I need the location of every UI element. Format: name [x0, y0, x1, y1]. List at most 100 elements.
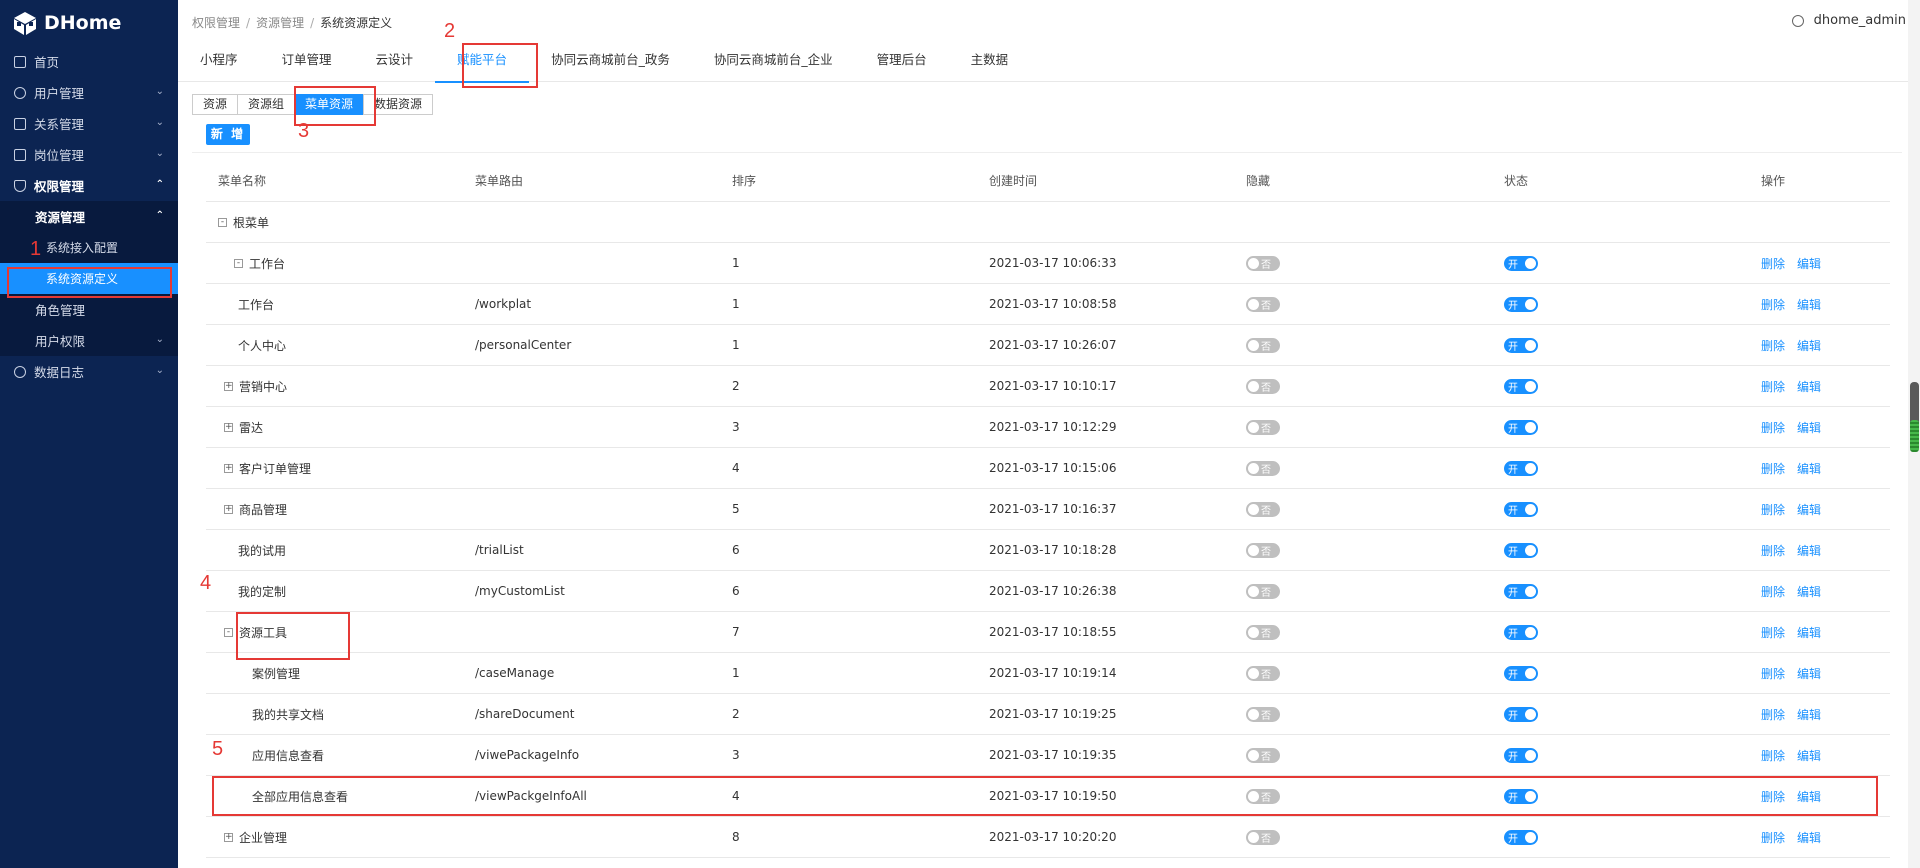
delete-link[interactable]: 删除 [1761, 544, 1785, 558]
delete-link[interactable]: 删除 [1761, 421, 1785, 435]
status-cell: 开 [1492, 296, 1749, 312]
edit-link[interactable]: 编辑 [1797, 626, 1821, 640]
sidebar-item-resource-management[interactable]: 资源管理 ⌃ [0, 201, 178, 232]
delete-link[interactable]: 删除 [1761, 298, 1785, 312]
edit-link[interactable]: 编辑 [1797, 667, 1821, 681]
delete-link[interactable]: 删除 [1761, 257, 1785, 271]
shield-icon [14, 179, 26, 192]
status-toggle[interactable]: 开 [1504, 378, 1538, 394]
edit-link[interactable]: 编辑 [1797, 544, 1821, 558]
status-toggle[interactable]: 开 [1504, 665, 1538, 681]
hide-toggle[interactable]: 否 [1246, 296, 1280, 312]
hide-toggle[interactable]: 否 [1246, 624, 1280, 640]
edit-link[interactable]: 编辑 [1797, 831, 1821, 845]
edit-link[interactable]: 编辑 [1797, 380, 1821, 394]
edit-link[interactable]: 编辑 [1797, 462, 1821, 476]
hide-toggle[interactable]: 否 [1246, 460, 1280, 476]
edit-link[interactable]: 编辑 [1797, 503, 1821, 517]
hide-toggle[interactable]: 否 [1246, 583, 1280, 599]
status-toggle[interactable]: 开 [1504, 501, 1538, 517]
tab-admin-backend[interactable]: 管理后台 [855, 42, 949, 82]
edit-link[interactable]: 编辑 [1797, 298, 1821, 312]
column-header: 菜单名称 [218, 174, 267, 188]
status-toggle[interactable]: 开 [1504, 419, 1538, 435]
delete-link[interactable]: 删除 [1761, 339, 1785, 353]
hide-toggle[interactable]: 否 [1246, 419, 1280, 435]
status-toggle[interactable]: 开 [1504, 829, 1538, 845]
hide-toggle[interactable]: 否 [1246, 337, 1280, 353]
sidebar-item-permission-management[interactable]: 权限管理 ⌃ [0, 170, 178, 201]
expand-icon[interactable]: + [224, 504, 233, 514]
delete-link[interactable]: 删除 [1761, 503, 1785, 517]
expand-icon[interactable]: + [224, 832, 233, 842]
user-avatar-icon [1791, 14, 1804, 27]
hide-toggle[interactable]: 否 [1246, 829, 1280, 845]
delete-link[interactable]: 删除 [1761, 749, 1785, 763]
sidebar-item-user-management[interactable]: 用户管理 ⌄ [0, 77, 178, 108]
hide-toggle[interactable]: 否 [1246, 378, 1280, 394]
hide-toggle[interactable]: 否 [1246, 747, 1280, 763]
sidebar-item-system-access-config[interactable]: 系统接入配置 [0, 232, 178, 263]
add-button[interactable]: 新 增 [206, 124, 250, 145]
scrollbar[interactable] [1908, 0, 1920, 868]
delete-link[interactable]: 删除 [1761, 626, 1785, 640]
tab-master-data[interactable]: 主数据 [949, 42, 1031, 82]
status-toggle[interactable]: 开 [1504, 255, 1538, 271]
sort-order: 3 [732, 748, 740, 762]
collapse-icon[interactable]: - [224, 627, 233, 637]
status-toggle[interactable]: 开 [1504, 542, 1538, 558]
delete-link[interactable]: 删除 [1761, 585, 1785, 599]
logo[interactable]: DHome [0, 0, 178, 46]
status-toggle[interactable]: 开 [1504, 747, 1538, 763]
delete-link[interactable]: 删除 [1761, 462, 1785, 476]
collapse-icon[interactable]: - [218, 217, 227, 227]
menu-name: 企业管理 [239, 830, 288, 845]
status-toggle[interactable]: 开 [1504, 460, 1538, 476]
subtab-resource[interactable]: 资源 [192, 94, 239, 115]
sidebar-item-data-log[interactable]: 数据日志 ⌄ [0, 356, 178, 387]
tab-mall-government[interactable]: 协同云商城前台_政务 [529, 42, 692, 82]
expand-icon[interactable]: + [224, 381, 233, 391]
expand-icon[interactable]: + [224, 422, 233, 432]
tab-cloud-design[interactable]: 云设计 [354, 42, 436, 82]
status-toggle[interactable]: 开 [1504, 706, 1538, 722]
status-toggle[interactable]: 开 [1504, 583, 1538, 599]
edit-link[interactable]: 编辑 [1797, 585, 1821, 599]
tab-order-management[interactable]: 订单管理 [260, 42, 354, 82]
sidebar-item-user-permission[interactable]: 用户权限 ⌄ [0, 325, 178, 356]
hide-toggle[interactable]: 否 [1246, 706, 1280, 722]
expand-icon[interactable]: + [224, 463, 233, 473]
post-icon [14, 148, 26, 161]
sidebar-item-role-management[interactable]: 角色管理 [0, 294, 178, 325]
user-menu[interactable]: dhome_admin [1791, 13, 1906, 28]
sidebar-item-label: 用户管理 [34, 86, 85, 101]
edit-link[interactable]: 编辑 [1797, 339, 1821, 353]
sidebar-item-post-management[interactable]: 岗位管理 ⌄ [0, 139, 178, 170]
hide-toggle[interactable]: 否 [1246, 542, 1280, 558]
subtab-resource-group[interactable]: 资源组 [237, 94, 296, 115]
hide-toggle[interactable]: 否 [1246, 255, 1280, 271]
hide-toggle[interactable]: 否 [1246, 665, 1280, 681]
edit-link[interactable]: 编辑 [1797, 708, 1821, 722]
breadcrumb-item[interactable]: 资源管理 [256, 16, 304, 30]
status-toggle[interactable]: 开 [1504, 624, 1538, 640]
status-toggle[interactable]: 开 [1504, 337, 1538, 353]
breadcrumb-item[interactable]: 权限管理 [192, 16, 240, 30]
tab-mall-enterprise[interactable]: 协同云商城前台_企业 [692, 42, 855, 82]
edit-link[interactable]: 编辑 [1797, 257, 1821, 271]
sidebar-item-relation-management[interactable]: 关系管理 ⌄ [0, 108, 178, 139]
tab-mini-program[interactable]: 小程序 [178, 42, 260, 82]
status-toggle[interactable]: 开 [1504, 296, 1538, 312]
delete-link[interactable]: 删除 [1761, 380, 1785, 394]
delete-link[interactable]: 删除 [1761, 831, 1785, 845]
delete-link[interactable]: 删除 [1761, 667, 1785, 681]
table-row: 工作台/workplat 1 2021-03-17 10:08:58 否 开 删除 编辑 [206, 284, 1890, 325]
cube-logo-icon [14, 12, 36, 35]
column-header: 操作 [1761, 174, 1786, 188]
sidebar-item-home[interactable]: 首页 [0, 46, 178, 77]
collapse-icon[interactable]: - [234, 258, 243, 268]
hide-toggle[interactable]: 否 [1246, 501, 1280, 517]
edit-link[interactable]: 编辑 [1797, 749, 1821, 763]
delete-link[interactable]: 删除 [1761, 708, 1785, 722]
edit-link[interactable]: 编辑 [1797, 421, 1821, 435]
